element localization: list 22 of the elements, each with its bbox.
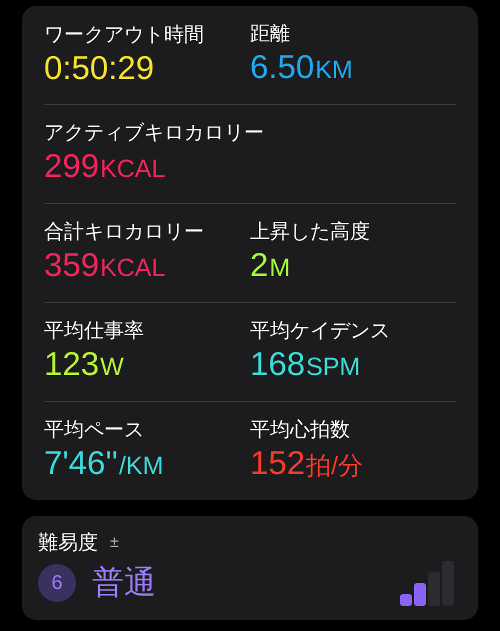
metric-label: 平均ペース [44, 418, 145, 442]
metric-label: ワークアウト時間 [44, 23, 205, 48]
metric-value: 2M [250, 244, 292, 284]
difficulty-rating: 普通 [92, 563, 156, 602]
metric-label: 合計キロカロリー [44, 220, 205, 244]
adjust-icon[interactable]: ± [110, 534, 119, 552]
metric-label: アクティブキロカロリー [44, 120, 265, 146]
metric-value: 152拍/分 [250, 442, 364, 482]
metric-label: 上昇した高度 [250, 220, 371, 244]
metric-value: 0:50:29 [44, 48, 156, 88]
metric-value: 359KCAL [44, 244, 166, 284]
metric-value: 7'46''/KM [44, 442, 164, 482]
metric-label: 距離 [250, 22, 291, 46]
metric-label: 平均心拍数 [250, 418, 351, 442]
metric-value: 299KCAL [44, 146, 166, 186]
metric-value: 6.50KM [250, 46, 354, 86]
metric-label: 平均仕事率 [44, 318, 145, 344]
score-badge: 6 [38, 564, 76, 602]
metric-label: 平均ケイデンス [250, 318, 391, 344]
metric-value: 123W [44, 344, 125, 384]
difficulty-label: 難易度 [38, 531, 98, 556]
metric-value: 168SPM [250, 344, 362, 384]
